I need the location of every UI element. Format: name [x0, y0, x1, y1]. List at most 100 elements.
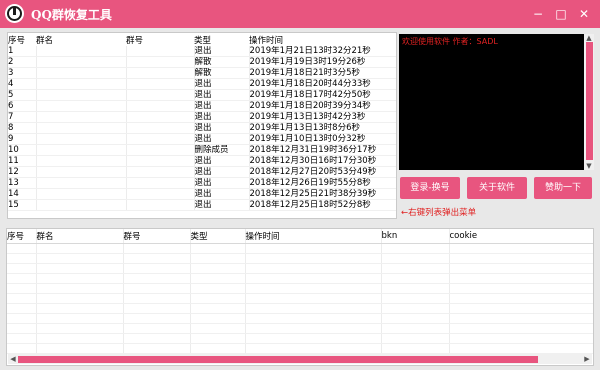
scroll-left-arrow-icon[interactable]: ◀ [8, 355, 18, 363]
column-header-type[interactable]: 类型 [194, 33, 249, 46]
table-row[interactable]: 12 退出 2018年12月27日20时53分49秒 [8, 166, 396, 178]
scroll-up-arrow-icon[interactable]: ▲ [584, 34, 594, 42]
table-row[interactable]: 8 退出 2019年1月13日13时8分6秒 [8, 122, 396, 134]
column-header-time[interactable]: 操作时间 [245, 229, 382, 244]
table-cell [381, 243, 450, 254]
table-row[interactable]: 6 退出 2019年1月18日20时39分34秒 [8, 100, 396, 112]
column-header-group-name[interactable]: 群名 [36, 33, 126, 46]
table-cell: 退出 [194, 199, 250, 211]
table-cell [36, 263, 124, 274]
title-bar: QQ群恢复工具 − □ ✕ [0, 0, 600, 28]
table-row[interactable] [7, 313, 593, 324]
table-cell [36, 283, 124, 294]
table-row[interactable] [7, 343, 593, 354]
table-cell [126, 199, 195, 211]
horizontal-scrollbar-thumb[interactable] [18, 356, 538, 363]
group-list-table[interactable]: 序号 群名 群号 类型 操作时间 1 退出 2019年1月21日13时32分21秒 2… [7, 32, 397, 219]
column-header-index[interactable]: 序号 [8, 33, 36, 46]
table-row[interactable] [7, 333, 593, 344]
table-row[interactable] [7, 283, 593, 294]
sponsor-button[interactable]: 赞助一下 [534, 177, 592, 199]
table-cell [126, 56, 195, 68]
table-cell [449, 283, 593, 294]
table-cell [36, 273, 124, 284]
table-cell [190, 243, 246, 254]
table-cell [449, 303, 593, 314]
table-cell: 4 [8, 78, 37, 90]
table-row[interactable]: 13 退出 2018年12月26日19时55分8秒 [8, 177, 396, 189]
console-scrollbar-thumb[interactable] [586, 42, 593, 160]
table-cell [245, 253, 382, 264]
table-cell [123, 313, 191, 324]
table-cell [449, 253, 593, 264]
table-cell [381, 263, 450, 274]
table-row[interactable]: 2 解散 2019年1月19日3时19分26秒 [8, 56, 396, 68]
table-cell [245, 323, 382, 334]
column-header-group-name[interactable]: 群名 [36, 229, 124, 244]
column-header-group-number[interactable]: 群号 [123, 229, 191, 244]
table-row[interactable] [7, 253, 593, 264]
table-cell [7, 343, 37, 354]
table-row[interactable]: 11 退出 2018年12月30日16时17分30秒 [8, 155, 396, 167]
column-header-index[interactable]: 序号 [7, 229, 37, 244]
column-header-bkn[interactable]: bkn [381, 229, 450, 244]
table-cell: 2 [8, 56, 37, 68]
table-cell [126, 100, 195, 112]
table-cell [7, 323, 37, 334]
table-cell: 2019年1月19日3时19分26秒 [249, 56, 396, 68]
table-cell [190, 303, 246, 314]
column-header-group-number[interactable]: 群号 [126, 33, 194, 46]
table-cell [245, 303, 382, 314]
close-button[interactable]: ✕ [576, 6, 592, 22]
table-cell: 退出 [194, 122, 250, 134]
app-title: QQ群恢复工具 [31, 8, 112, 22]
column-header-cookie[interactable]: cookie [449, 229, 593, 244]
table-row[interactable]: 10 删除成员 2018年12月31日19时36分17秒 [8, 144, 396, 156]
table-cell: 2018年12月30日16时17分30秒 [249, 155, 396, 167]
table-cell [190, 283, 246, 294]
table-cell [190, 313, 246, 324]
table-cell: 2019年1月10日13时0分32秒 [249, 133, 396, 145]
table-cell [190, 273, 246, 284]
table-cell [126, 133, 195, 145]
table-row[interactable]: 15 退出 2018年12月25日18时52分8秒 [8, 199, 396, 211]
table-cell [36, 122, 127, 134]
table-cell [36, 78, 127, 90]
context-menu-hint: ←右键列表弹出菜单 [401, 208, 477, 218]
minimize-button[interactable]: − [530, 6, 546, 22]
table-row[interactable] [7, 293, 593, 304]
table-cell [245, 283, 382, 294]
scroll-down-arrow-icon[interactable]: ▼ [584, 162, 594, 170]
table-cell [36, 100, 127, 112]
table-cell: 2019年1月13日13时42分3秒 [249, 111, 396, 123]
table-cell [7, 243, 37, 254]
scroll-right-arrow-icon[interactable]: ▶ [582, 355, 592, 363]
table-row[interactable]: 3 解散 2019年1月18日21时3分5秒 [8, 67, 396, 79]
column-header-time[interactable]: 操作时间 [249, 33, 396, 46]
table-cell: 8 [8, 122, 37, 134]
table-row[interactable] [7, 303, 593, 314]
table-cell [190, 333, 246, 344]
table-cell: 退出 [194, 46, 250, 57]
table-row[interactable] [7, 323, 593, 334]
about-button[interactable]: 关于软件 [467, 177, 527, 199]
table-row[interactable]: 7 退出 2019年1月13日13时42分3秒 [8, 111, 396, 123]
table-cell [7, 333, 37, 344]
table-row[interactable]: 14 退出 2018年12月25日21时38分39秒 [8, 188, 396, 200]
detail-table[interactable]: 序号 群名 群号 类型 操作时间 bkn cookie [6, 228, 594, 366]
table-row[interactable]: 4 退出 2019年1月18日20时44分33秒 [8, 78, 396, 90]
column-header-type[interactable]: 类型 [190, 229, 246, 244]
table-cell [36, 323, 124, 334]
table-row[interactable]: 1 退出 2019年1月21日13时32分21秒 [8, 46, 396, 57]
table-cell [449, 343, 593, 354]
table-row[interactable] [7, 273, 593, 284]
table-row[interactable] [7, 263, 593, 274]
table-cell [245, 343, 382, 354]
table-row[interactable] [7, 243, 593, 254]
login-switch-button[interactable]: 登录-换号 [400, 177, 460, 199]
maximize-button[interactable]: □ [553, 6, 569, 22]
table-cell: 退出 [194, 89, 250, 101]
table-row[interactable]: 9 退出 2019年1月10日13时0分32秒 [8, 133, 396, 145]
table-row[interactable]: 5 退出 2019年1月18日17时42分50秒 [8, 89, 396, 101]
table-cell [126, 111, 195, 123]
